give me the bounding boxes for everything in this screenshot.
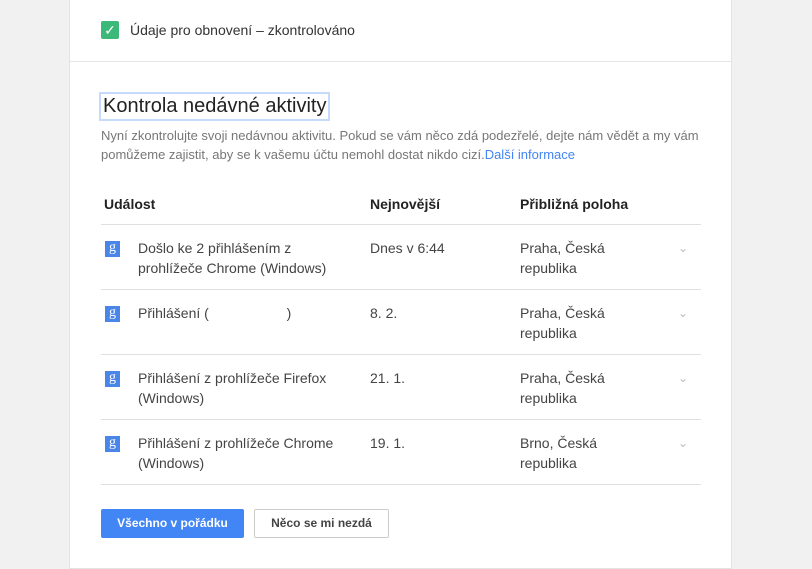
date-text: 8. 2. [370,305,398,321]
divider [70,61,731,62]
google-icon: g [105,306,120,322]
recovery-status[interactable]: Údaje pro obnovení – zkontrolováno [130,22,355,38]
activity-table: Událost Nejnovější Přibližná poloha g Do… [101,186,701,485]
checkmark-icon: ✓ [101,21,119,39]
google-icon: g [105,241,120,257]
location-text: Praha, Česká republika [520,240,605,276]
column-header-location: Přibližná poloha [520,196,629,212]
date-text: Dnes v 6:44 [370,240,445,256]
table-row[interactable]: g Přihlášení z prohlížeče Firefox (Windo… [101,355,701,420]
column-header-latest: Nejnovější [370,196,441,212]
event-text: Přihlášení ( ) [138,305,292,321]
table-row[interactable]: g Došlo ke 2 přihlášením z prohlížeče Ch… [101,225,701,290]
location-text: Praha, Česká republika [520,305,605,341]
chevron-down-icon[interactable]: ⌄ [678,433,688,453]
event-text: Přihlášení z prohlížeče Firefox (Windows… [138,370,331,406]
event-text: Došlo ke 2 přihlášením z prohlížeče Chro… [138,240,327,276]
event-text: Přihlášení z prohlížeče Chrome (Windows) [138,435,338,471]
chevron-down-icon[interactable]: ⌄ [678,238,688,258]
location-text: Praha, Česká republika [520,370,605,406]
learn-more-link[interactable]: Další informace [485,147,575,162]
table-row[interactable]: g Přihlášení z prohlížeče Chrome (Window… [101,420,701,485]
chevron-down-icon[interactable]: ⌄ [678,303,688,323]
table-header: Událost Nejnovější Přibližná poloha [101,186,701,225]
description-text: Nyní zkontrolujte svoji nedávnou aktivit… [101,128,699,162]
section-title: Kontrola nedávné aktivity [99,92,331,121]
table-row[interactable]: g Přihlášení ( ) 8. 2. Praha, Česká repu… [101,290,701,355]
date-text: 19. 1. [370,435,406,451]
something-wrong-button[interactable]: Něco se mi nezdá [254,509,389,538]
section-description: Nyní zkontrolujte svoji nedávnou aktivit… [101,126,701,164]
all-ok-button[interactable]: Všechno v pořádku [101,509,244,538]
security-checkup-card: ✓ Údaje pro obnovení – zkontrolováno Kon… [69,0,732,569]
google-icon: g [105,436,120,452]
chevron-down-icon[interactable]: ⌄ [678,368,688,388]
location-text: Brno, Česká republika [520,435,598,471]
google-icon: g [105,371,120,387]
column-header-event: Událost [104,196,156,212]
date-text: 21. 1. [370,370,406,386]
